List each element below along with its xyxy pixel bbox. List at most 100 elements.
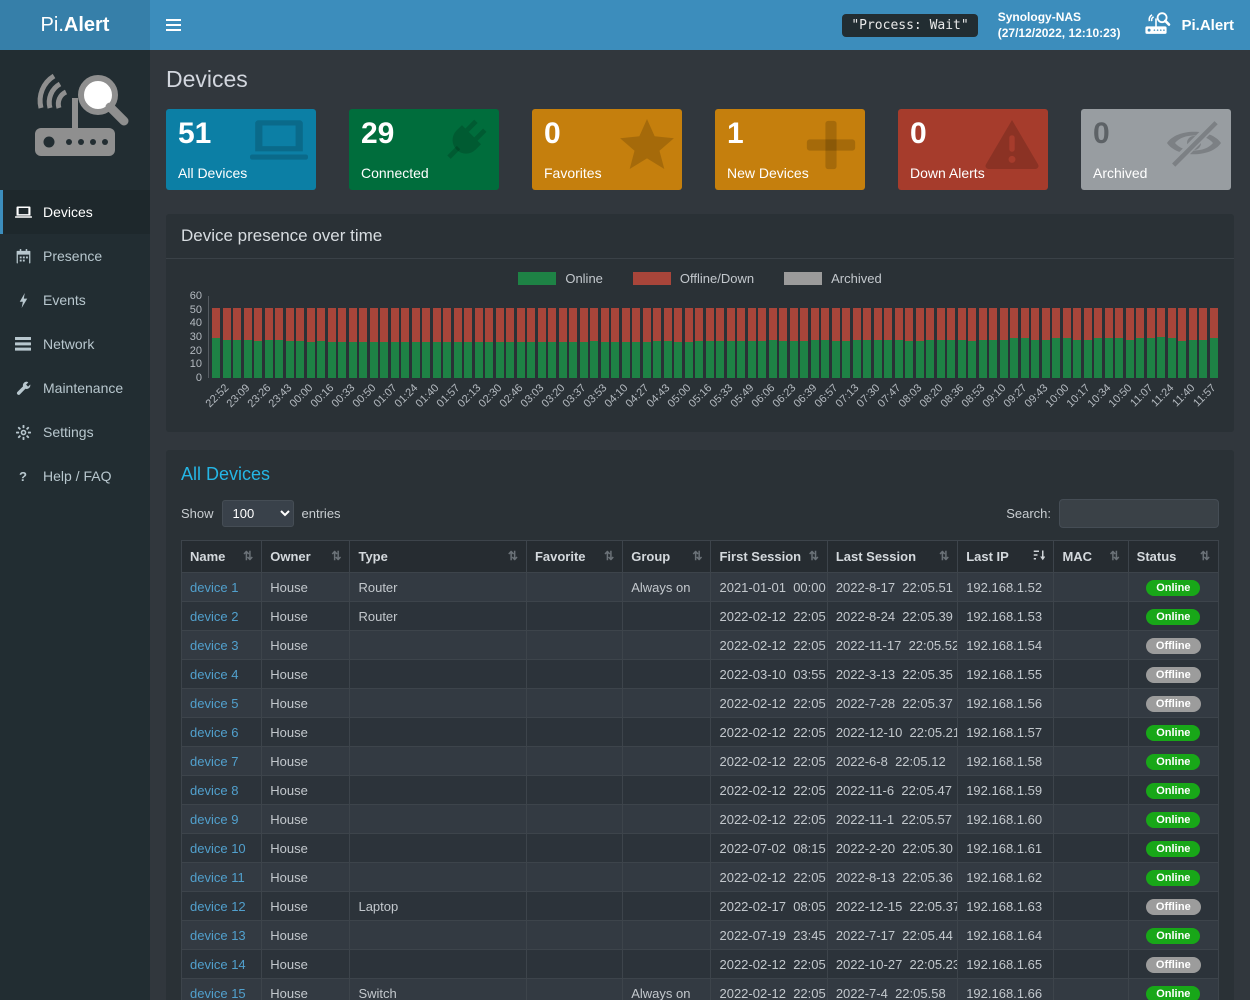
device-link[interactable]: device 4 [190, 667, 238, 682]
presence-bar[interactable] [307, 308, 315, 378]
presence-bar[interactable] [443, 308, 451, 378]
presence-bar[interactable] [863, 308, 871, 378]
presence-bar[interactable] [905, 308, 913, 378]
presence-bar[interactable] [317, 308, 325, 378]
presence-bar[interactable] [338, 308, 346, 378]
presence-bar[interactable] [716, 308, 724, 378]
presence-bar[interactable] [1073, 308, 1081, 378]
header-brand[interactable]: Pi.Alert [1140, 10, 1234, 41]
column-header-type[interactable]: Type⇅ [350, 541, 527, 573]
presence-bar[interactable] [1199, 308, 1207, 378]
device-link[interactable]: device 13 [190, 928, 246, 943]
presence-bar[interactable] [895, 308, 903, 378]
presence-bar[interactable] [265, 308, 273, 378]
summary-card-new-devices[interactable]: 1New Devices [715, 109, 865, 190]
device-link[interactable]: device 15 [190, 986, 246, 1000]
column-header-status[interactable]: Status⇅ [1128, 541, 1218, 573]
page-length-select[interactable]: 100 [222, 500, 294, 527]
presence-bar[interactable] [244, 308, 252, 378]
device-link[interactable]: device 8 [190, 783, 238, 798]
presence-bar[interactable] [275, 308, 283, 378]
presence-bar[interactable] [1210, 308, 1218, 378]
presence-bar[interactable] [674, 308, 682, 378]
presence-bar[interactable] [790, 308, 798, 378]
presence-bar[interactable] [632, 308, 640, 378]
presence-bar[interactable] [926, 308, 934, 378]
summary-card-favorites[interactable]: 0Favorites [532, 109, 682, 190]
presence-bar[interactable] [653, 308, 661, 378]
device-link[interactable]: device 6 [190, 725, 238, 740]
presence-bar[interactable] [349, 308, 357, 378]
presence-bar[interactable] [601, 308, 609, 378]
presence-bar[interactable] [1126, 308, 1134, 378]
presence-bar[interactable] [748, 308, 756, 378]
presence-bar[interactable] [391, 308, 399, 378]
presence-bar[interactable] [559, 308, 567, 378]
presence-bar[interactable] [590, 308, 598, 378]
presence-bar[interactable] [328, 308, 336, 378]
presence-bar[interactable] [454, 308, 462, 378]
presence-bar[interactable] [643, 308, 651, 378]
device-link[interactable]: device 14 [190, 957, 246, 972]
summary-card-all-devices[interactable]: 51All Devices [166, 109, 316, 190]
presence-bar[interactable] [842, 308, 850, 378]
presence-bar[interactable] [1000, 308, 1008, 378]
presence-bar[interactable] [1147, 308, 1155, 378]
presence-bar[interactable] [800, 308, 808, 378]
sidebar-item-network[interactable]: Network [0, 322, 150, 366]
device-link[interactable]: device 3 [190, 638, 238, 653]
presence-bar[interactable] [622, 308, 630, 378]
presence-bar[interactable] [485, 308, 493, 378]
presence-bar[interactable] [212, 308, 220, 378]
presence-bar[interactable] [496, 308, 504, 378]
presence-bar[interactable] [1010, 308, 1018, 378]
presence-bar[interactable] [1042, 308, 1050, 378]
presence-bar[interactable] [380, 308, 388, 378]
device-link[interactable]: device 7 [190, 754, 238, 769]
presence-bar[interactable] [1084, 308, 1092, 378]
presence-bar[interactable] [853, 308, 861, 378]
column-header-favorite[interactable]: Favorite⇅ [526, 541, 622, 573]
presence-bar[interactable] [611, 308, 619, 378]
presence-bar[interactable] [1031, 308, 1039, 378]
presence-bar[interactable] [968, 308, 976, 378]
presence-bar[interactable] [506, 308, 514, 378]
presence-bar[interactable] [359, 308, 367, 378]
presence-bar[interactable] [296, 308, 304, 378]
presence-bar[interactable] [1136, 308, 1144, 378]
column-header-mac[interactable]: MAC⇅ [1054, 541, 1128, 573]
presence-bar[interactable] [517, 308, 525, 378]
presence-bar[interactable] [706, 308, 714, 378]
presence-bar[interactable] [286, 308, 294, 378]
column-header-first-session[interactable]: First Session⇅ [711, 541, 827, 573]
device-link[interactable]: device 11 [190, 870, 245, 885]
presence-bar[interactable] [937, 308, 945, 378]
device-link[interactable]: device 9 [190, 812, 238, 827]
presence-bar[interactable] [947, 308, 955, 378]
summary-card-down-alerts[interactable]: 0Down Alerts [898, 109, 1048, 190]
presence-bar[interactable] [548, 308, 556, 378]
column-header-name[interactable]: Name⇅ [182, 541, 262, 573]
column-header-last-ip[interactable]: Last IP [958, 541, 1054, 573]
sidebar-item-settings[interactable]: Settings [0, 410, 150, 454]
presence-bar[interactable] [475, 308, 483, 378]
presence-bar[interactable] [916, 308, 924, 378]
presence-bar[interactable] [527, 308, 535, 378]
device-link[interactable]: device 2 [190, 609, 238, 624]
presence-bar[interactable] [1063, 308, 1071, 378]
sidebar-item-devices[interactable]: Devices [0, 190, 150, 234]
device-link[interactable]: device 5 [190, 696, 238, 711]
presence-bar[interactable] [1168, 308, 1176, 378]
sidebar-item-events[interactable]: Events [0, 278, 150, 322]
presence-bar[interactable] [464, 308, 472, 378]
presence-bar[interactable] [433, 308, 441, 378]
presence-bar[interactable] [884, 308, 892, 378]
presence-bar[interactable] [727, 308, 735, 378]
sidebar-toggle-icon[interactable] [150, 0, 196, 50]
presence-bar[interactable] [958, 308, 966, 378]
presence-bar[interactable] [1021, 308, 1029, 378]
presence-bar[interactable] [821, 308, 829, 378]
presence-bar[interactable] [223, 308, 231, 378]
sidebar-item-maintenance[interactable]: Maintenance [0, 366, 150, 410]
presence-bar[interactable] [569, 308, 577, 378]
